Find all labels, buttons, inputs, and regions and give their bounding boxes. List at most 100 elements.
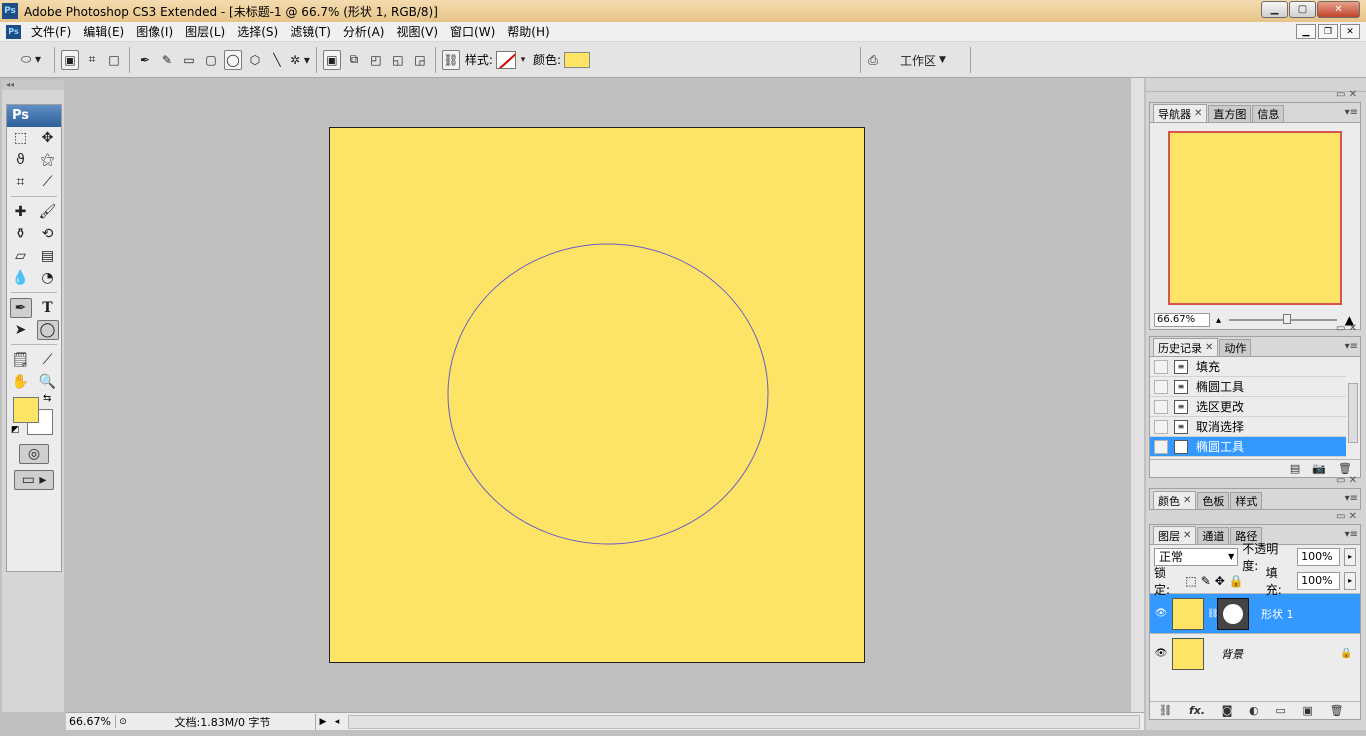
- lasso-tool-icon[interactable]: ϑ: [10, 150, 32, 170]
- exclude-shape-icon[interactable]: ◲: [411, 50, 429, 70]
- minimize-button[interactable]: ▁: [1261, 1, 1288, 18]
- gradient-tool-icon[interactable]: ▤: [37, 246, 59, 266]
- menu-filter[interactable]: 滤镜(T): [284, 23, 337, 40]
- layer-style-icon[interactable]: fx.: [1189, 704, 1205, 717]
- maximize-button[interactable]: ▢: [1289, 1, 1316, 18]
- tab-info[interactable]: 信息: [1252, 105, 1285, 122]
- ellipse-shape-tool-icon[interactable]: ◯: [36, 320, 59, 340]
- create-new-shape-icon[interactable]: ▣: [322, 49, 341, 70]
- fill-pixels-icon[interactable]: □: [105, 50, 123, 70]
- menu-edit[interactable]: 编辑(E): [77, 23, 130, 40]
- status-menu-arrow-icon[interactable]: ▶: [316, 717, 330, 727]
- panel-header-buttons[interactable]: ▭ ✕: [1336, 475, 1357, 486]
- tab-styles[interactable]: 样式: [1230, 492, 1263, 509]
- layer-row-shape[interactable]: 👁 ⛓ 形状 1: [1150, 593, 1360, 633]
- custom-shape-icon[interactable]: ✲ ▾: [290, 50, 310, 70]
- lock-position-icon[interactable]: ✥: [1215, 574, 1225, 588]
- color-swatch[interactable]: [564, 51, 590, 68]
- layer-name[interactable]: 形状 1: [1255, 606, 1360, 622]
- new-snapshot-icon[interactable]: 📷: [1312, 462, 1326, 475]
- scroll-left-icon[interactable]: ◂: [330, 717, 344, 727]
- lock-image-icon[interactable]: ✎: [1201, 574, 1211, 588]
- eraser-tool-icon[interactable]: ▱: [10, 246, 32, 266]
- lock-transparent-icon[interactable]: ⬚: [1185, 574, 1196, 588]
- tab-color[interactable]: 颜色 ✕: [1153, 491, 1197, 509]
- panel-menu-icon[interactable]: ▾≡: [1345, 341, 1358, 352]
- healing-brush-icon[interactable]: ✚: [10, 202, 32, 222]
- doc-minimize-button[interactable]: ▁: [1296, 24, 1316, 39]
- history-snapshot-checkbox[interactable]: [1154, 379, 1168, 394]
- eye-icon[interactable]: 👁: [1150, 648, 1172, 659]
- menu-file[interactable]: 文件(F): [25, 23, 77, 40]
- eye-icon[interactable]: 👁: [1150, 608, 1172, 619]
- type-tool-icon[interactable]: T: [37, 298, 59, 318]
- rectangle-tool-icon[interactable]: ▭: [180, 50, 198, 70]
- brush-tool-icon[interactable]: 🖌: [37, 202, 59, 222]
- opacity-input[interactable]: 100%: [1297, 548, 1341, 566]
- dodge-tool-icon[interactable]: ◔: [37, 268, 59, 288]
- vector-mask-thumbnail[interactable]: [1217, 597, 1249, 630]
- delete-state-icon[interactable]: 🗑: [1338, 462, 1352, 475]
- tab-navigator[interactable]: 导航器 ✕: [1153, 104, 1208, 122]
- panel-collapse-grip[interactable]: ◂◂: [2, 80, 64, 90]
- menu-view[interactable]: 视图(V): [390, 23, 444, 40]
- history-snapshot-checkbox[interactable]: [1154, 439, 1168, 454]
- hand-tool-icon[interactable]: ✋: [10, 372, 32, 392]
- chain-link-icon[interactable]: ⛓: [1207, 609, 1218, 619]
- lock-all-icon[interactable]: 🔒: [1229, 574, 1244, 588]
- zoom-slider-handle[interactable]: [1283, 314, 1292, 324]
- history-snapshot-checkbox[interactable]: [1154, 359, 1168, 374]
- history-item-selected[interactable]: ≡ 椭圆工具: [1150, 437, 1346, 457]
- panel-menu-icon[interactable]: ▾≡: [1345, 493, 1358, 504]
- navigator-zoom-field[interactable]: 66.67%: [1154, 313, 1210, 327]
- menu-select[interactable]: 选择(S): [231, 23, 284, 40]
- menu-image[interactable]: 图像(I): [130, 23, 179, 40]
- path-selection-icon[interactable]: ➤: [10, 320, 32, 340]
- layer-name[interactable]: 背景: [1207, 646, 1340, 662]
- tab-histogram[interactable]: 直方图: [1208, 105, 1252, 122]
- bridge-icon[interactable]: ⎙: [864, 50, 882, 70]
- tool-preset-picker[interactable]: ⬭ ▾: [14, 50, 48, 70]
- default-colors-icon[interactable]: ◩: [11, 425, 20, 435]
- app-menu-icon[interactable]: Ps: [6, 24, 21, 39]
- history-brush-icon[interactable]: ⟲: [37, 224, 59, 244]
- subtract-shape-icon[interactable]: ◰: [367, 50, 385, 70]
- navigator-thumbnail[interactable]: [1168, 131, 1342, 305]
- close-tab-icon[interactable]: ✕: [1183, 495, 1191, 506]
- panel-header-buttons[interactable]: ▭ ✕: [1336, 89, 1357, 100]
- new-document-from-state-icon[interactable]: ▤: [1290, 462, 1300, 475]
- panel-menu-icon[interactable]: ▾≡: [1345, 529, 1358, 540]
- panel-header-buttons[interactable]: ▭ ✕: [1336, 511, 1357, 522]
- screen-mode-icon[interactable]: ▭ ▸: [14, 470, 54, 490]
- panel-header-buttons[interactable]: ▭ ✕: [1336, 323, 1357, 334]
- slice-tool-icon[interactable]: ⟋: [37, 172, 59, 192]
- close-button[interactable]: ✕: [1317, 1, 1360, 18]
- zoom-out-icon[interactable]: ▴: [1216, 315, 1221, 326]
- zoom-level[interactable]: 66.67%: [66, 715, 116, 728]
- marquee-tool-icon[interactable]: ⬚: [10, 128, 32, 148]
- line-tool-icon[interactable]: ╲: [268, 50, 286, 70]
- blur-tool-icon[interactable]: 💧: [10, 268, 32, 288]
- horizontal-scrollbar[interactable]: [348, 714, 1140, 729]
- add-to-shape-icon[interactable]: ⧉: [345, 50, 363, 70]
- status-options-icon[interactable]: ⊙: [116, 717, 130, 727]
- tab-layers[interactable]: 图层 ✕: [1153, 526, 1197, 544]
- paths-icon[interactable]: ⌗: [83, 50, 101, 70]
- vertical-scrollbar[interactable]: [1130, 78, 1144, 712]
- document-canvas[interactable]: [329, 127, 865, 663]
- pen-tool-icon[interactable]: ✒: [136, 50, 154, 70]
- doc-close-button[interactable]: ✕: [1340, 24, 1360, 39]
- tab-history[interactable]: 历史记录 ✕: [1153, 338, 1219, 356]
- menu-help[interactable]: 帮助(H): [501, 23, 555, 40]
- zoom-tool-icon[interactable]: 🔍: [37, 372, 59, 392]
- menu-window[interactable]: 窗口(W): [444, 23, 501, 40]
- history-item[interactable]: ≡ 椭圆工具: [1150, 377, 1346, 397]
- foreground-color-swatch[interactable]: [13, 397, 39, 423]
- delete-layer-icon[interactable]: 🗑: [1330, 704, 1344, 717]
- close-tab-icon[interactable]: ✕: [1205, 342, 1213, 353]
- close-tab-icon[interactable]: ✕: [1183, 530, 1191, 541]
- history-snapshot-checkbox[interactable]: [1154, 399, 1168, 414]
- doc-restore-button[interactable]: ❐: [1318, 24, 1338, 39]
- menu-analysis[interactable]: 分析(A): [337, 23, 391, 40]
- history-item[interactable]: ≡ 填充: [1150, 357, 1346, 377]
